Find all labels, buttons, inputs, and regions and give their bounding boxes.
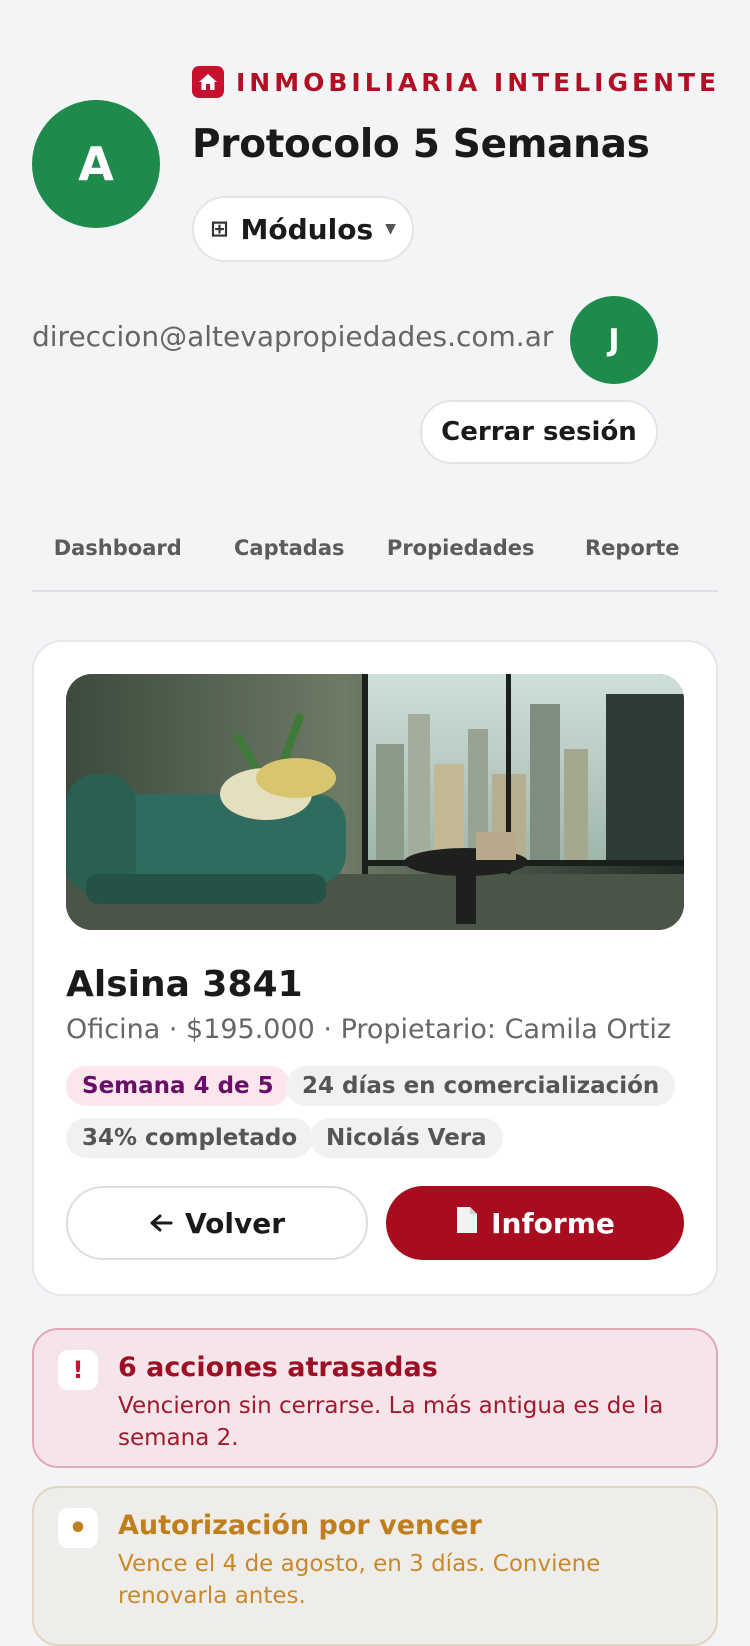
org-avatar[interactable]: A [32,100,160,228]
authorization-alert-title: Autorización por vencer [118,1510,482,1541]
org-avatar-letter: A [78,137,114,191]
brand: INMOBILIARIA INTELIGENTE [192,66,720,98]
house-icon [192,66,224,98]
exclamation-icon: ! [58,1350,98,1390]
property-card: Alsina 3841 Oficina · $195.000 · Propiet… [32,640,718,1296]
user-avatar-initial: J [608,322,620,358]
property-photo [66,674,684,930]
tab-captadas[interactable]: Captadas [204,520,376,590]
modules-dropdown-button[interactable]: ⊞ Módulos ▼ [192,196,414,262]
tab-dashboard[interactable]: Dashboard [32,520,204,590]
agent-badge: Nicolás Vera [310,1118,503,1158]
document-icon [455,1206,479,1241]
report-label: Informe [491,1206,615,1240]
user-email: direccion@altevapropiedades.com.ar [32,320,554,353]
back-label: Volver [184,1206,286,1240]
authorization-alert-text: Vence el 4 de agosto, en 3 días. Convien… [118,1551,601,1609]
dot-icon: • [58,1508,98,1548]
arrow-left-icon [149,1207,173,1240]
tab-propiedades[interactable]: Propiedades [375,520,547,590]
property-summary: Oficina · $195.000 · Propietario: Camila… [66,1014,672,1045]
back-button[interactable]: Volver [66,1186,368,1260]
authorization-alert[interactable]: • Autorización por vencer Vence el 4 de … [32,1486,718,1646]
overdue-alert[interactable]: ! 6 acciones atrasadas Vencieron sin cer… [32,1328,718,1468]
report-button[interactable]: Informe [386,1186,684,1260]
modules-label: Módulos [240,212,374,246]
brand-name: INMOBILIARIA INTELIGENTE [236,67,721,97]
week-badge: Semana 4 de 5 [66,1066,290,1106]
page-title: Protocolo 5 Semanas [192,122,650,167]
chevron-down-icon: ▼ [385,221,396,237]
days-badge: 24 días en comercialización [286,1066,676,1106]
tab-reporte[interactable]: Reporte [547,520,719,590]
progress-badge: 34% completado [66,1118,314,1158]
user-avatar[interactable]: J [570,296,658,384]
property-name: Alsina 3841 [66,964,303,1005]
overdue-alert-text: Vencieron sin cerrarse. La más antigua e… [118,1393,664,1451]
grid-icon: ⊞ [210,216,229,242]
nav-tabs: Dashboard Captadas Propiedades Reporte [32,520,718,592]
logout-button[interactable]: Cerrar sesión [420,400,658,464]
overdue-alert-title: 6 acciones atrasadas [118,1352,438,1383]
